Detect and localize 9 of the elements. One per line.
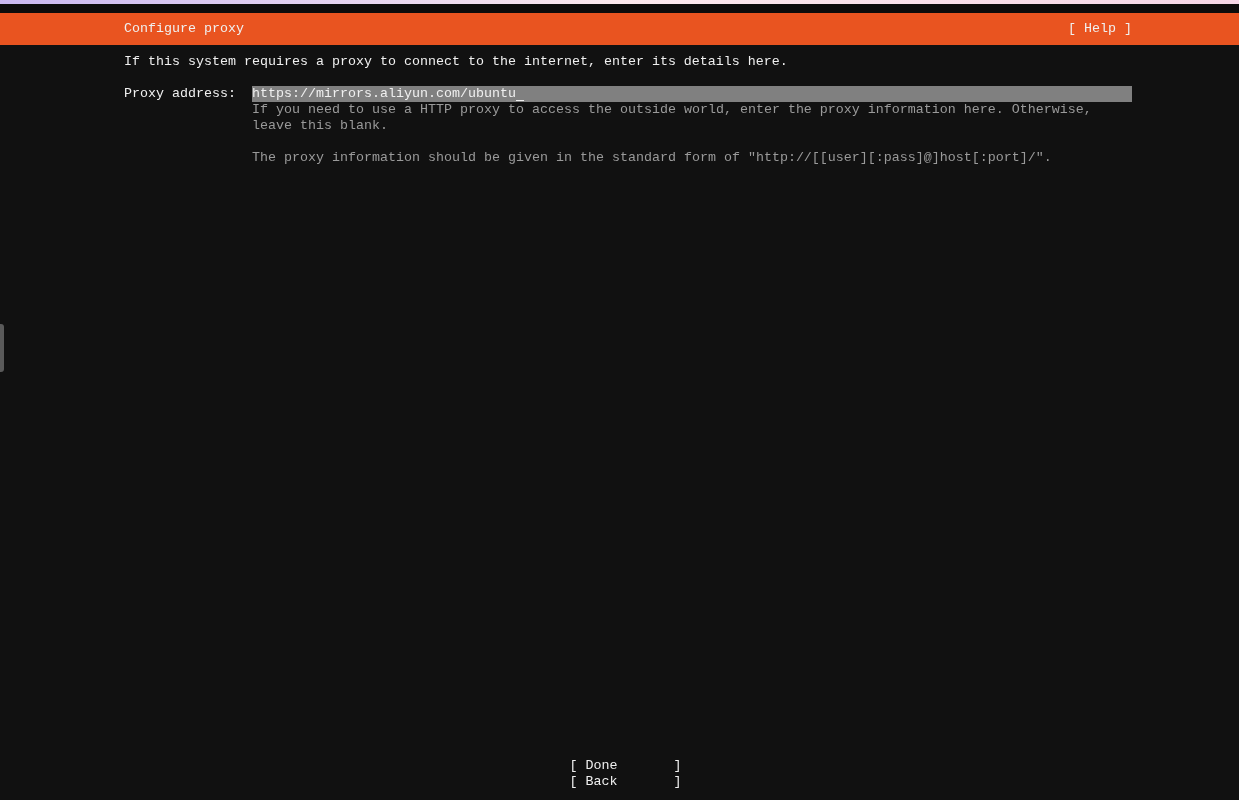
help-text: The proxy information should be given in the standard form of "http://[[user][:pass]@]host[:port]/".: [252, 150, 1053, 166]
intro-text: If this system requires a proxy to connect to the internet, enter its details here.: [124, 54, 789, 70]
help-text: If you need to use a HTTP proxy to access the outside world, enter the proxy information here. Otherwise, leave this blank.: [252, 102, 1093, 134]
field-label: Proxy address:: [124, 86, 237, 103]
dialog-button[interactable]: [ Done ]: [569, 758, 682, 774]
dialog-button[interactable]: [ Back ]: [569, 774, 682, 790]
proxy-address-input[interactable]: https://mirrors.aliyun.com/ubuntu: [252, 86, 1132, 102]
side-handle[interactable]: [0, 324, 4, 372]
screen-title: Configure proxy: [124, 21, 244, 37]
